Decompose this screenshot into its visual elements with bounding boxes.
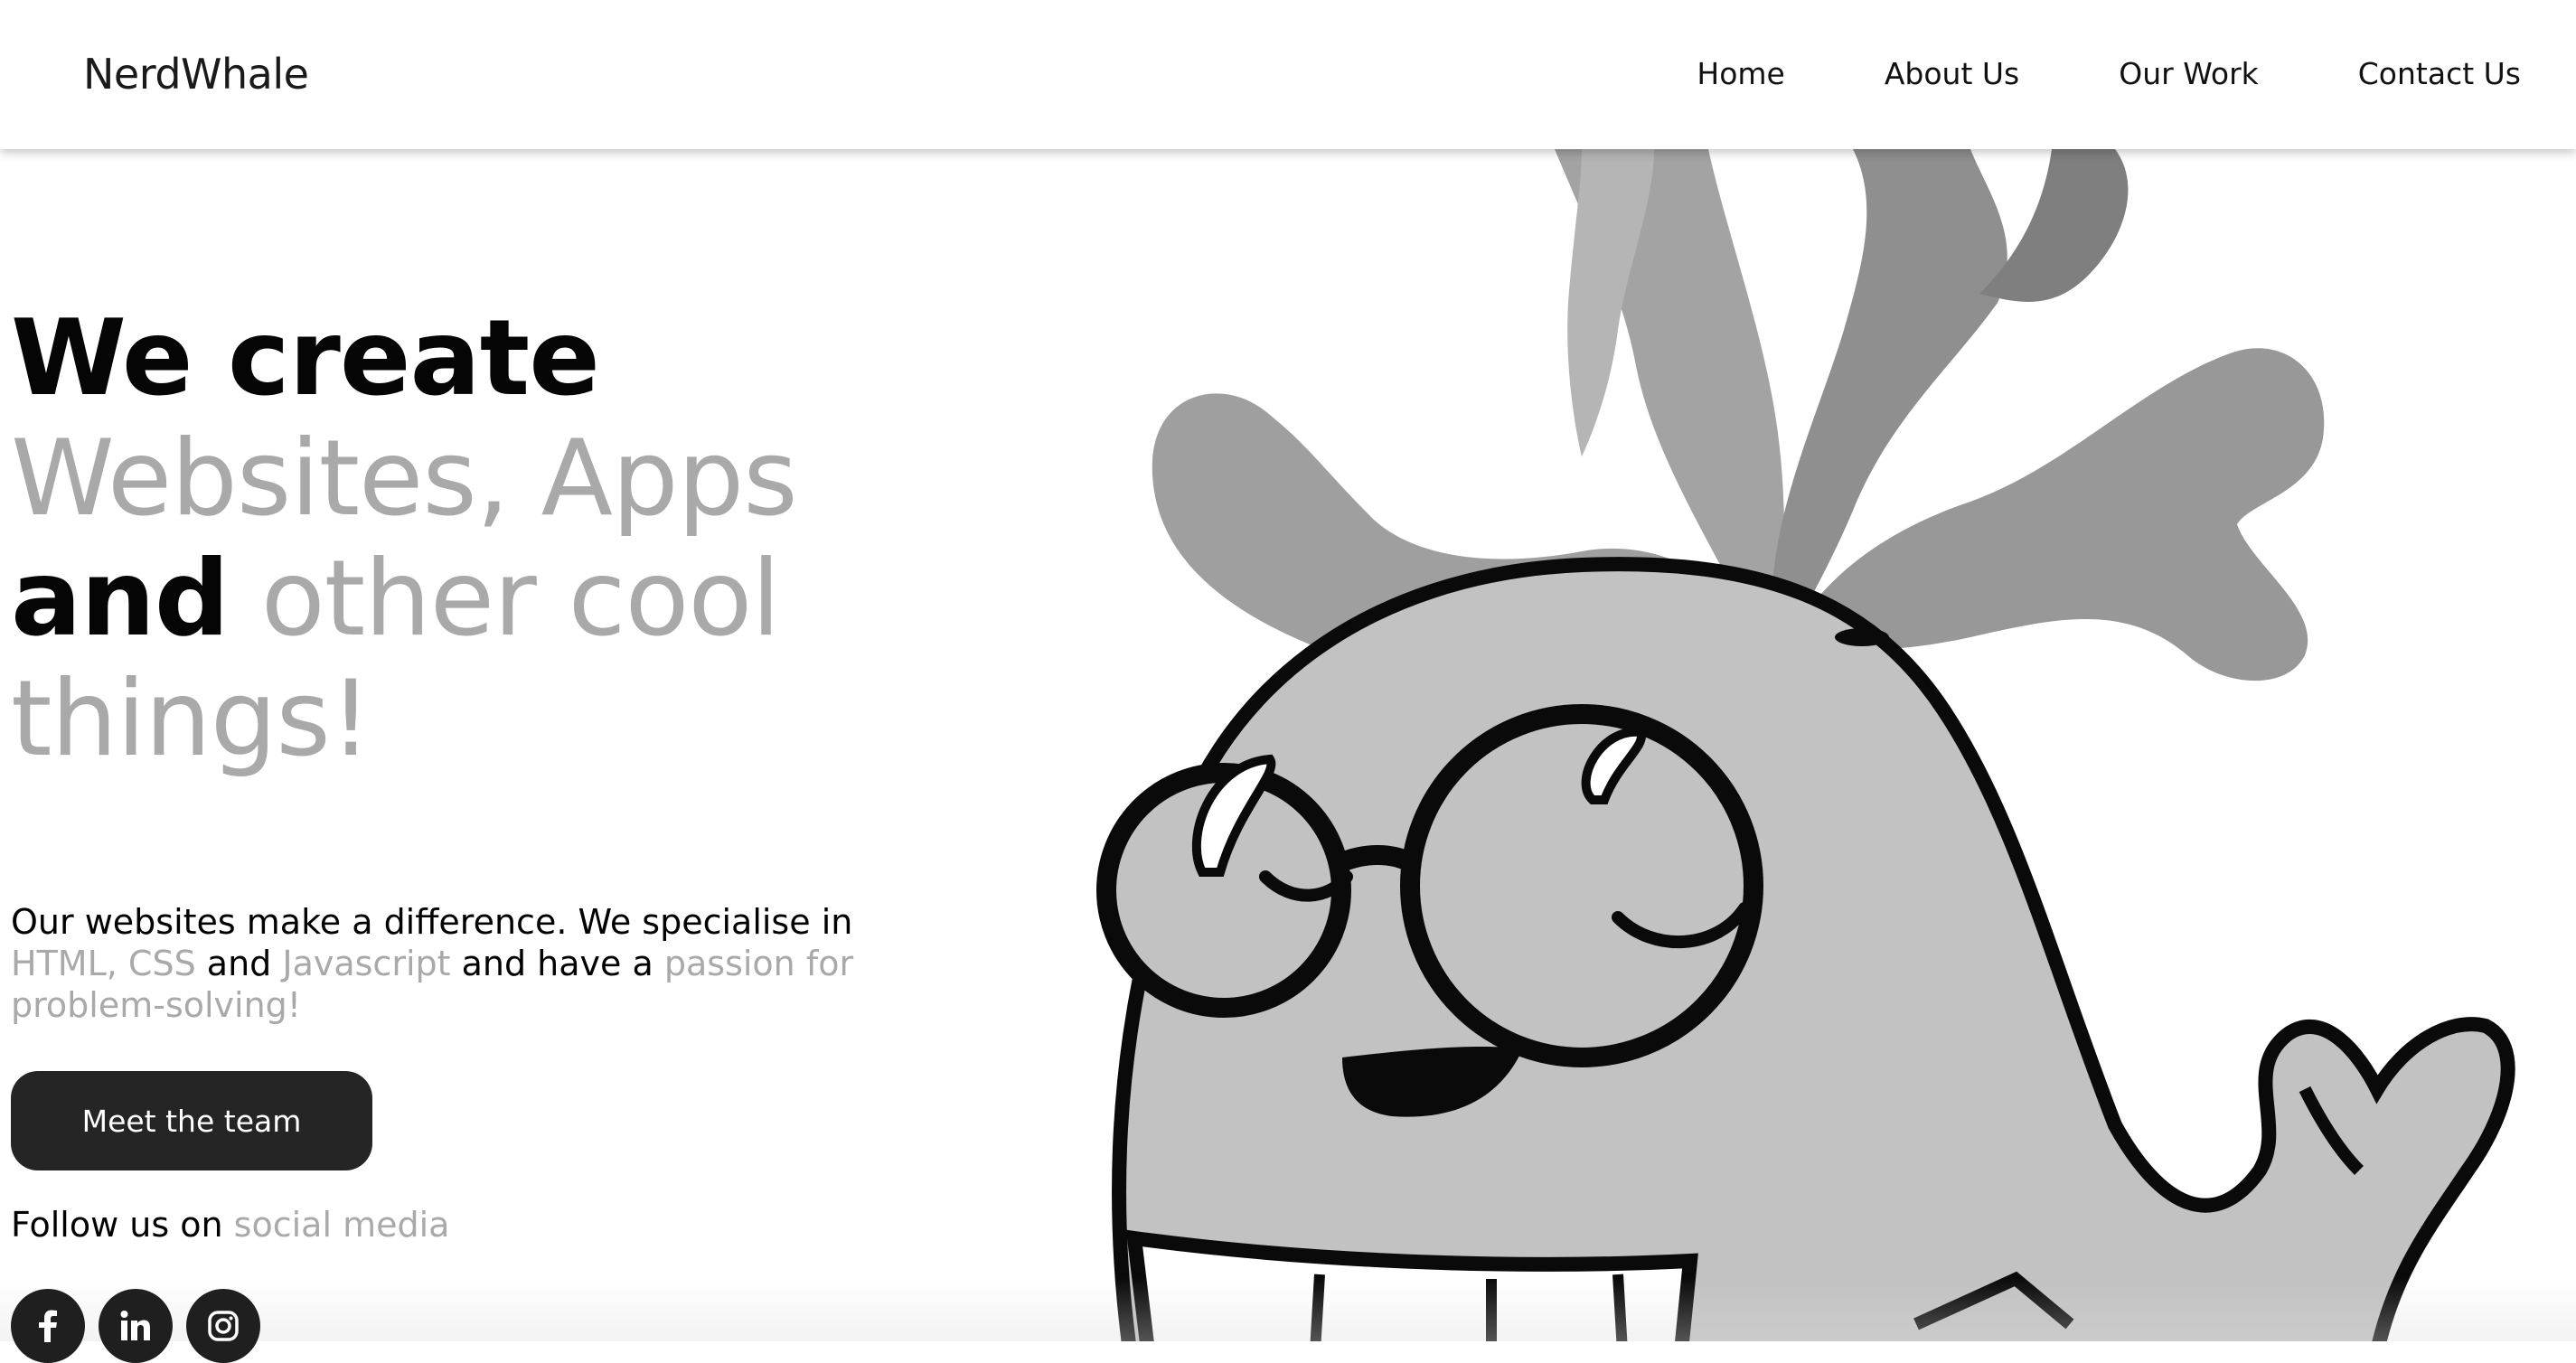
site-header: NerdWhale Home About Us Our Work Contact… (0, 0, 2576, 149)
nav-contact-us[interactable]: Contact Us (2358, 56, 2521, 91)
hero-headline: We create Websites, Apps and other cool … (11, 298, 915, 779)
headline-line-4: things! (11, 658, 371, 780)
brand-logo[interactable]: NerdWhale (83, 50, 309, 99)
main-nav: Home About Us Our Work Contact Us (1697, 56, 2521, 91)
nav-home[interactable]: Home (1697, 56, 1784, 91)
desc-text-3: and have a (450, 944, 664, 983)
headline-line-1: We create (11, 297, 600, 419)
desc-text-1: Our websites make a difference. We speci… (11, 902, 853, 942)
nerd-whale-illustration (1076, 149, 2576, 1341)
follow-label: Follow us on (11, 1205, 234, 1245)
headline-line-2: Websites, Apps (11, 418, 798, 540)
social-links (11, 1289, 260, 1363)
facebook-icon[interactable] (11, 1289, 85, 1363)
desc-space (118, 944, 128, 983)
hero-description: Our websites make a difference. We speci… (11, 901, 897, 1026)
nav-about-us[interactable]: About Us (1885, 56, 2019, 91)
instagram-icon[interactable] (186, 1289, 260, 1363)
headline-line-3: and other cool (11, 539, 915, 659)
follow-us-text: Follow us on social media (11, 1205, 449, 1245)
headline-and: and (11, 538, 230, 660)
desc-text-2: and (195, 944, 283, 983)
desc-html: HTML, (11, 944, 118, 983)
social-media-link[interactable]: social media (234, 1205, 450, 1245)
linkedin-icon[interactable] (99, 1289, 173, 1363)
nav-our-work[interactable]: Our Work (2119, 56, 2259, 91)
meet-the-team-button[interactable]: Meet the team (11, 1071, 372, 1170)
desc-javascript: Javascript (282, 944, 451, 983)
desc-css: CSS (127, 944, 196, 983)
headline-other-cool: other cool (260, 538, 781, 660)
